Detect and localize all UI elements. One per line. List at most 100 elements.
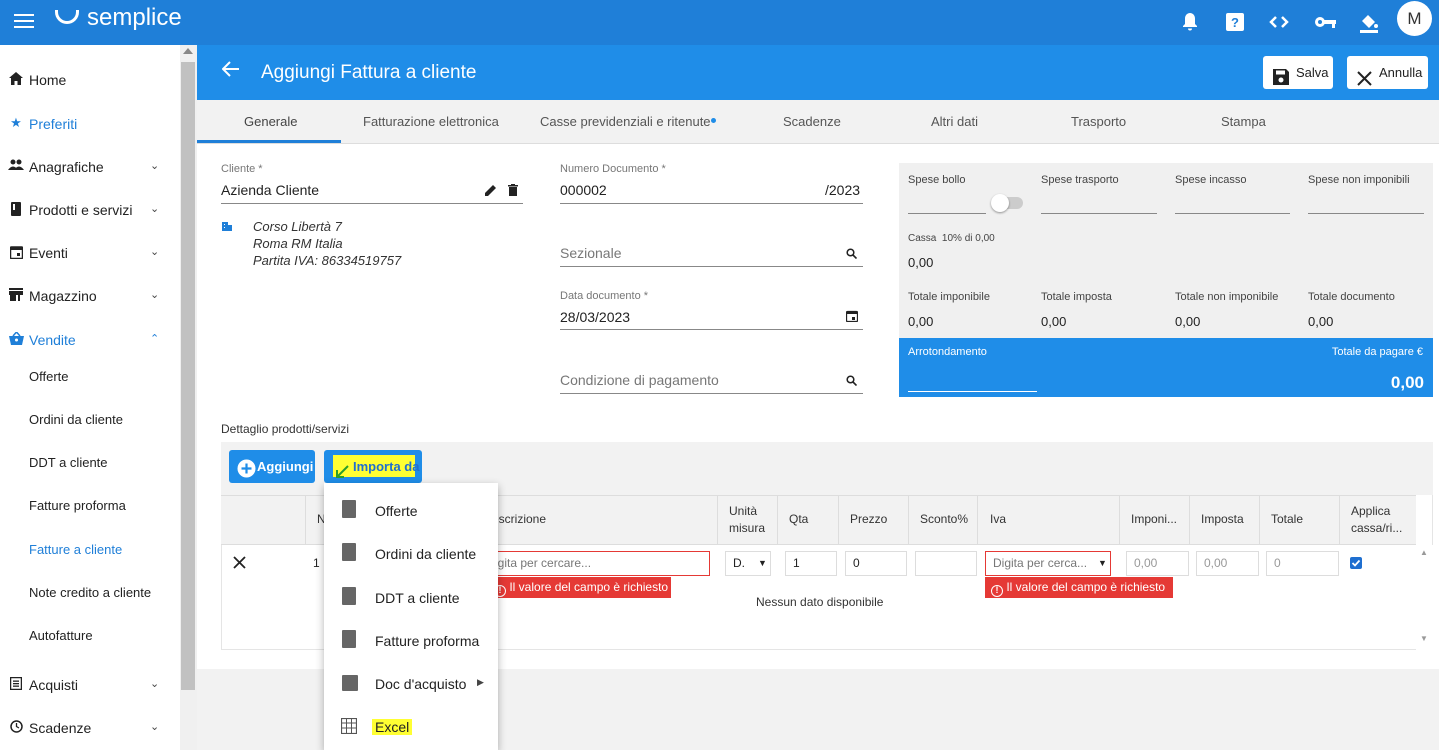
menu-item-offerte[interactable]: Offerte xyxy=(324,489,498,532)
active-tab-indicator xyxy=(197,140,341,143)
qta-input[interactable]: 1 xyxy=(785,551,837,576)
col-sep xyxy=(1339,495,1340,545)
col-header-sconto[interactable]: Sconto% xyxy=(920,511,968,528)
iva-select[interactable]: Digita per cerca... ▼ xyxy=(985,551,1111,576)
numero-field[interactable]: 000002 xyxy=(560,182,607,198)
tab-stampa[interactable]: Stampa xyxy=(1221,114,1266,129)
sconto-input[interactable] xyxy=(915,551,977,576)
sezionale-field[interactable]: Sezionale xyxy=(560,245,622,261)
import-button[interactable]: Importa da xyxy=(324,450,422,483)
col-header-totale[interactable]: Totale xyxy=(1271,511,1303,528)
sidebar-item-label: Home xyxy=(29,72,67,88)
scroll-up-icon[interactable] xyxy=(183,48,193,54)
col-sep xyxy=(838,495,839,545)
spese-trasporto-field[interactable] xyxy=(1041,213,1157,214)
menu-item-ddt[interactable]: DDT a cliente xyxy=(324,576,498,619)
save-button[interactable]: Salva xyxy=(1263,56,1333,89)
col-header-imposta[interactable]: Imposta xyxy=(1201,511,1244,528)
chevron-down-icon: ⌄ xyxy=(150,246,160,258)
svg-text:?: ? xyxy=(1231,15,1239,30)
sidebar-item-eventi[interactable]: Eventi ⌄ xyxy=(0,233,180,273)
menu-item-proforma[interactable]: Fatture proforma xyxy=(324,619,498,662)
avatar[interactable]: M xyxy=(1397,1,1432,36)
sidebar-sub-ordini[interactable]: Ordini da cliente xyxy=(29,412,123,427)
sidebar-sub-note-credito[interactable]: Note credito a cliente xyxy=(29,585,151,600)
col-header-qta[interactable]: Qta xyxy=(789,511,808,528)
col-header-descrizione[interactable]: escrizione xyxy=(492,511,546,528)
tot-documento-label: Totale documento xyxy=(1308,291,1395,303)
delete-icon[interactable] xyxy=(508,184,518,199)
tab-trasporto[interactable]: Trasporto xyxy=(1071,114,1126,129)
logo-icon xyxy=(55,10,79,24)
cancel-button[interactable]: Annulla xyxy=(1347,56,1428,89)
imposta-cell: 0,00 xyxy=(1196,551,1259,576)
paint-bucket-icon[interactable] xyxy=(1358,12,1380,34)
sidebar-scroll-thumb[interactable] xyxy=(181,62,195,690)
col-header-prezzo[interactable]: Prezzo xyxy=(850,511,887,528)
unita-select[interactable]: D. ▼ xyxy=(725,551,771,576)
cassa-value: 0,00 xyxy=(908,255,934,270)
tot-imposta-label: Totale imposta xyxy=(1041,291,1112,303)
help-icon[interactable]: ? xyxy=(1224,12,1246,34)
menu-item-ordini[interactable]: Ordini da cliente xyxy=(324,532,498,575)
import-label: Importa da xyxy=(353,459,420,474)
calendar-icon xyxy=(8,245,24,260)
sidebar-item-label: Anagrafiche xyxy=(29,159,104,175)
iva-error: ! Il valore del campo è richiesto xyxy=(985,577,1173,598)
condizione-field[interactable]: Condizione di pagamento xyxy=(560,372,719,388)
col-header-applica-cassa[interactable]: Applica cassa/ri... xyxy=(1351,503,1409,537)
search-icon[interactable] xyxy=(846,247,858,262)
edit-icon[interactable] xyxy=(485,184,497,199)
sidebar-item-scadenze[interactable]: Scadenze ⌄ xyxy=(0,708,180,748)
document-icon xyxy=(342,587,356,605)
sidebar-sub-ddt[interactable]: DDT a cliente xyxy=(29,455,108,470)
prezzo-input[interactable]: 0 xyxy=(845,551,907,576)
spese-trasporto-label: Spese trasporto xyxy=(1041,174,1119,186)
sidebar-item-home[interactable]: Home xyxy=(0,60,180,100)
col-header-unita[interactable]: Unità misura xyxy=(729,503,771,537)
arrotondamento-field[interactable] xyxy=(908,391,1037,392)
sidebar-item-anagrafiche[interactable]: Anagrafiche ⌄ xyxy=(0,147,180,187)
spese-non-imponibili-field[interactable] xyxy=(1308,213,1424,214)
sidebar-sub-offerte[interactable]: Offerte xyxy=(29,369,69,384)
logo[interactable]: semplice xyxy=(87,4,182,32)
tab-altri-dati[interactable]: Altri dati xyxy=(931,114,978,129)
toggle-knob[interactable] xyxy=(991,194,1009,212)
tab-scadenze[interactable]: Scadenze xyxy=(783,114,841,129)
sidebar-sub-autofatture[interactable]: Autofatture xyxy=(29,628,93,643)
key-icon[interactable] xyxy=(1313,12,1336,34)
scroll-down-icon[interactable]: ▼ xyxy=(1420,634,1428,643)
scroll-up-icon[interactable]: ▲ xyxy=(1420,548,1428,557)
sidebar-sub-proforma[interactable]: Fatture proforma xyxy=(29,498,126,513)
menu-icon[interactable] xyxy=(14,10,34,32)
tab-casse[interactable]: Casse previdenziali e ritenute xyxy=(540,114,711,129)
sidebar-item-vendite[interactable]: Vendite ⌃ xyxy=(0,320,180,360)
search-icon[interactable] xyxy=(846,374,858,389)
tab-fatturazione[interactable]: Fatturazione elettronica xyxy=(363,114,499,129)
delete-row-icon[interactable] xyxy=(233,556,246,572)
applica-cassa-checkbox[interactable] xyxy=(1350,557,1362,569)
code-icon[interactable] xyxy=(1268,12,1290,34)
book-icon xyxy=(8,202,24,216)
bell-icon[interactable] xyxy=(1179,12,1201,34)
menu-item-doc-acquisto[interactable]: Doc d'acquisto ▶ xyxy=(324,662,498,705)
tab-generale[interactable]: Generale xyxy=(244,114,297,129)
close-icon xyxy=(1357,65,1372,98)
sidebar-item-preferiti[interactable]: ★ Preferiti xyxy=(0,104,180,144)
add-row-button[interactable]: Aggiungi xyxy=(229,450,315,483)
descrizione-input[interactable]: igita per cercare... xyxy=(488,551,710,576)
col-header-imponibile[interactable]: Imponi... xyxy=(1131,511,1177,528)
chevron-down-icon: ⌄ xyxy=(150,678,160,690)
sidebar-item-prodotti[interactable]: Prodotti e servizi ⌄ xyxy=(0,190,180,230)
calendar-picker-icon[interactable] xyxy=(845,310,859,325)
sidebar-sub-fatture-cliente[interactable]: Fatture a cliente xyxy=(29,542,122,557)
sidebar-item-acquisti[interactable]: Acquisti ⌄ xyxy=(0,665,180,705)
col-header-iva[interactable]: Iva xyxy=(990,511,1006,528)
spese-incasso-field[interactable] xyxy=(1175,213,1290,214)
cliente-field[interactable]: Azienda Cliente xyxy=(221,182,319,198)
menu-item-excel[interactable]: Excel xyxy=(324,705,498,748)
sidebar-item-magazzino[interactable]: Magazzino ⌄ xyxy=(0,276,180,316)
back-arrow-icon[interactable] xyxy=(221,60,240,83)
menu-item-label: Doc d'acquisto xyxy=(375,676,467,692)
data-field[interactable]: 28/03/2023 xyxy=(560,309,630,325)
